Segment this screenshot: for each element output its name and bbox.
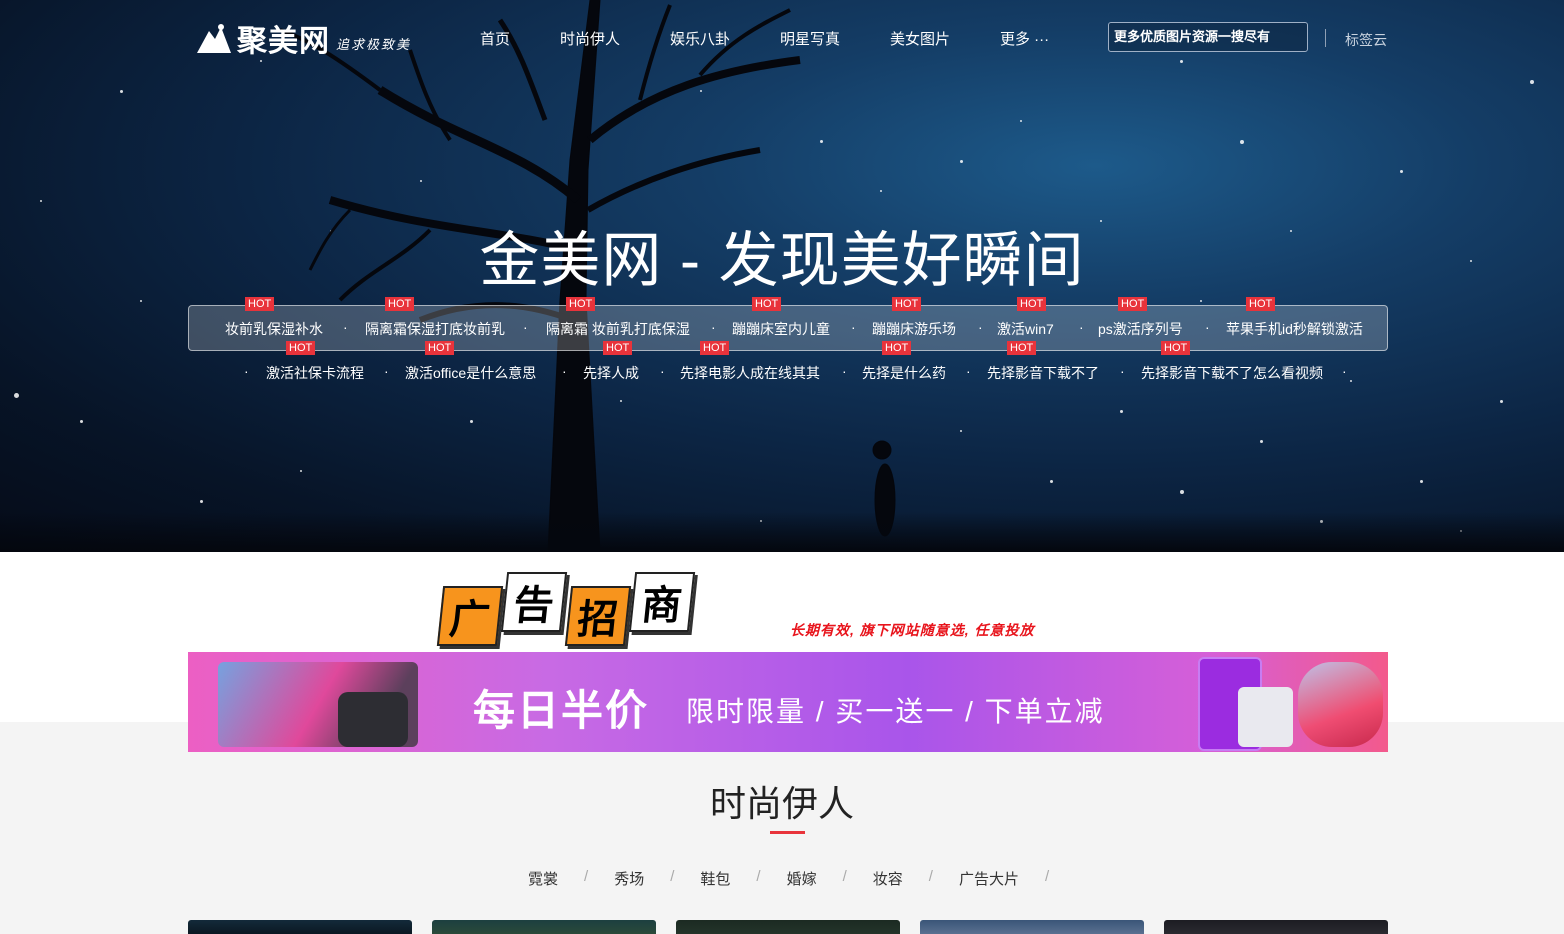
category-link[interactable]: 秀场: [614, 868, 644, 889]
hot-separator-dot: ·: [966, 363, 971, 379]
half-price-banner[interactable]: 每日半价 限时限量 / 买一送一 / 下单立减: [188, 652, 1388, 752]
hot-keyword-link[interactable]: 先择是什么药: [862, 363, 946, 383]
nav-item[interactable]: 更多 ···: [1000, 28, 1049, 49]
hot-keyword-link[interactable]: 蹦蹦床室内儿童: [732, 319, 830, 339]
hot-keyword-link[interactable]: 激活win7: [997, 319, 1054, 339]
hot-keyword-link[interactable]: 妆前乳保湿补水: [225, 319, 323, 339]
hot-keyword-link[interactable]: 苹果手机id秒解锁激活: [1226, 319, 1363, 339]
hot-keyword-link[interactable]: 激活office是什么意思: [405, 363, 536, 383]
hot-badge: HOT: [882, 341, 912, 355]
ground-shadow: [0, 512, 1564, 552]
hot-badge: HOT: [1017, 297, 1047, 311]
category-separator: /: [928, 868, 933, 885]
nav-item[interactable]: 时尚伊人: [560, 28, 620, 49]
hot-badge: HOT: [1161, 341, 1191, 355]
ad-slogan: 长期有效, 旗下网站随意选, 任意投放: [790, 622, 1035, 638]
hot-separator-dot: ·: [1205, 319, 1210, 335]
hot-separator-dot: ·: [978, 319, 983, 335]
logo-slogan: 追求极致美: [336, 36, 412, 52]
hot-badge: HOT: [1246, 297, 1276, 311]
category-filter: 霓裳 / 秀场 / 鞋包 / 婚嫁 / 妆容 / 广告大片 /: [528, 868, 1075, 889]
hot-separator-dot: ·: [384, 363, 389, 379]
hot-badge: HOT: [1118, 297, 1148, 311]
section-title: 时尚伊人: [709, 783, 854, 824]
hot-separator-dot: ·: [1342, 363, 1347, 379]
banner-subline: 限时限量 / 买一送一 / 下单立减: [686, 696, 1105, 727]
tag-cloud-link[interactable]: 标签云: [1345, 30, 1387, 50]
hot-keyword-link[interactable]: 先择影音下载不了怎么看视频: [1141, 363, 1323, 383]
ad-logo-char: 商: [628, 572, 696, 632]
hot-separator-dot: ·: [711, 319, 716, 335]
hot-separator-dot: ·: [851, 319, 856, 335]
washer-product-image: [1238, 687, 1293, 747]
site-logo[interactable]: 聚美网 追求极致美: [195, 18, 411, 58]
category-link[interactable]: 霓裳: [528, 868, 558, 889]
category-link[interactable]: 妆容: [873, 868, 903, 889]
hot-badge: HOT: [700, 341, 730, 355]
category-separator: /: [842, 868, 847, 885]
hot-keyword-link[interactable]: ps激活序列号: [1098, 319, 1183, 339]
ad-logo-char: 广: [436, 586, 504, 646]
category-separator: /: [756, 868, 761, 885]
hot-separator-dot: ·: [562, 363, 567, 379]
camera-product-image: [338, 692, 408, 747]
ad-logo-char: 招: [564, 586, 632, 646]
category-separator: /: [1044, 868, 1050, 885]
ad-recruit-logo[interactable]: 广告招商: [436, 572, 696, 646]
hot-badge: HOT: [425, 341, 455, 355]
nav-item[interactable]: 明星写真: [780, 28, 840, 49]
header-divider: [1325, 29, 1326, 47]
hot-badge: HOT: [566, 297, 596, 311]
category-link[interactable]: 鞋包: [700, 868, 730, 889]
ad-logo-char: 告: [500, 572, 568, 632]
hot-keyword-link[interactable]: 先择人成: [583, 363, 639, 383]
mountain-logo-icon: [195, 19, 233, 57]
search-input[interactable]: 更多优质图片资源一搜尽有: [1108, 22, 1308, 52]
hot-keyword-link[interactable]: 先择影音下载不了: [987, 363, 1099, 383]
logo-text: 聚美网: [237, 25, 330, 58]
hot-badge: HOT: [892, 297, 922, 311]
appliance-product-image: [1298, 662, 1383, 747]
thumbnail-card[interactable]: [676, 920, 900, 934]
hot-separator-dot: ·: [842, 363, 847, 379]
hot-separator-dot: ·: [523, 319, 528, 335]
hero-title: 金美网 - 发现美好瞬间: [479, 227, 1085, 294]
thumbnail-card[interactable]: [188, 920, 412, 934]
hot-badge: HOT: [286, 341, 316, 355]
banner-headline: 每日半价: [473, 687, 650, 734]
hot-separator-dot: ·: [1120, 363, 1125, 379]
hot-keyword-link[interactable]: 隔离霜 妆前乳打底保湿: [546, 319, 690, 339]
hot-separator-dot: ·: [1079, 319, 1084, 335]
thumbnail-card[interactable]: [1164, 920, 1388, 934]
hot-separator-dot: ·: [244, 363, 249, 379]
category-link[interactable]: 婚嫁: [787, 868, 817, 889]
nav-item[interactable]: 首页: [480, 28, 510, 49]
hot-separator-dot: ·: [660, 363, 665, 379]
hot-keyword-link[interactable]: 激活社保卡流程: [266, 363, 364, 383]
hot-keyword-link[interactable]: 隔离霜保湿打底妆前乳: [365, 319, 505, 339]
hot-separator-dot: ·: [343, 319, 348, 335]
hot-badge: HOT: [752, 297, 782, 311]
hot-keyword-link[interactable]: 先择电影人成在线其其: [680, 363, 820, 383]
category-separator: /: [584, 868, 589, 885]
category-link[interactable]: 广告大片: [959, 868, 1019, 889]
hot-badge: HOT: [1007, 341, 1037, 355]
nav-item[interactable]: 娱乐八卦: [670, 28, 730, 49]
hot-badge: HOT: [603, 341, 633, 355]
thumbnail-card[interactable]: [432, 920, 656, 934]
nav-item[interactable]: 美女图片: [890, 28, 950, 49]
category-separator: /: [670, 868, 675, 885]
hot-badge: HOT: [385, 297, 415, 311]
hot-badge: HOT: [245, 297, 275, 311]
section-title-underline: [770, 831, 805, 834]
thumbnail-card[interactable]: [920, 920, 1144, 934]
hot-keyword-link[interactable]: 蹦蹦床游乐场: [872, 319, 956, 339]
